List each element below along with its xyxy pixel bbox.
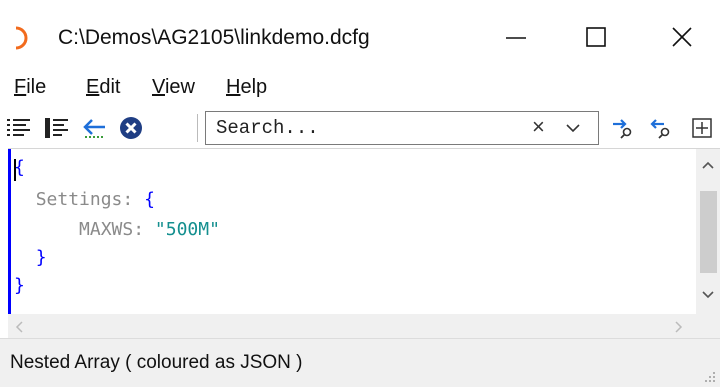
code-area[interactable]: { Settings: { MAXWS: "500M" } } [8,149,694,315]
json-colon: : [133,219,155,240]
scroll-left-icon[interactable] [14,320,26,334]
menu-file-label: ile [26,76,47,98]
status-bar: Nested Array ( coloured as JSON ) [0,338,720,387]
vertical-scroll-thumb[interactable] [700,191,717,273]
app-logo-icon [15,26,28,50]
menu-edit-label: dit [99,76,121,98]
find-next-icon[interactable] [610,115,636,141]
open-brace: { [144,189,155,210]
json-key: MAXWS [79,219,134,240]
scroll-right-icon[interactable] [672,320,684,334]
json-key: Settings [35,189,123,210]
close-brace: } [14,275,25,296]
menu-view[interactable]: View [152,76,195,99]
menu-view-mnemonic: V [152,76,165,98]
horizontal-scrollbar[interactable] [8,314,720,338]
close-window-button[interactable] [662,20,702,54]
toolbar: × [0,108,720,148]
menu-view-label: iew [164,76,195,98]
code-line: MAXWS: "500M" [14,219,220,240]
search-box[interactable]: × [205,111,599,145]
open-brace: { [14,157,25,178]
close-brace: } [35,247,47,268]
menu-help-label: elp [240,76,268,98]
search-input[interactable] [216,115,516,141]
expand-box-icon[interactable] [690,115,716,141]
chevron-down-icon[interactable] [564,121,582,135]
list-indent-icon[interactable] [44,115,70,141]
resize-grip-icon[interactable] [704,371,716,383]
close-icon [672,27,692,47]
menu-help-mnemonic: H [226,76,241,98]
code-line: } [14,247,47,268]
close-circle-icon[interactable] [118,115,144,141]
menu-edit[interactable]: Edit [86,76,120,99]
json-string-value: "500M" [154,219,220,240]
window-title: C:\Demos\AG2105\linkdemo.dcfg [58,26,370,49]
code-line: } [14,275,25,296]
json-colon: : [122,189,145,210]
align-left-icon[interactable] [6,115,32,141]
menu-edit-mnemonic: E [86,76,100,98]
find-previous-icon[interactable] [648,115,674,141]
menu-bar: File Edit View Help [0,70,720,108]
scroll-up-icon[interactable] [700,159,716,171]
status-text: Nested Array ( coloured as JSON ) [10,352,303,373]
code-line: { [14,157,25,178]
menu-file-mnemonic: F [14,76,27,98]
minimize-icon [506,37,526,39]
code-line: Settings: { [14,189,155,210]
maximize-icon [586,27,606,47]
toolbar-separator [197,114,198,142]
menu-help[interactable]: Help [226,76,267,99]
title-bar: C:\Demos\AG2105\linkdemo.dcfg [0,0,720,70]
code-editor[interactable]: { Settings: { MAXWS: "500M" } } [8,148,720,315]
minimize-button[interactable] [496,20,536,54]
menu-file[interactable]: File [14,76,46,99]
vertical-scrollbar[interactable] [696,149,720,315]
maximize-button[interactable] [576,20,616,54]
scroll-down-icon[interactable] [700,289,716,301]
clear-search-icon[interactable]: × [532,114,545,140]
back-arrow-icon[interactable] [82,115,108,141]
